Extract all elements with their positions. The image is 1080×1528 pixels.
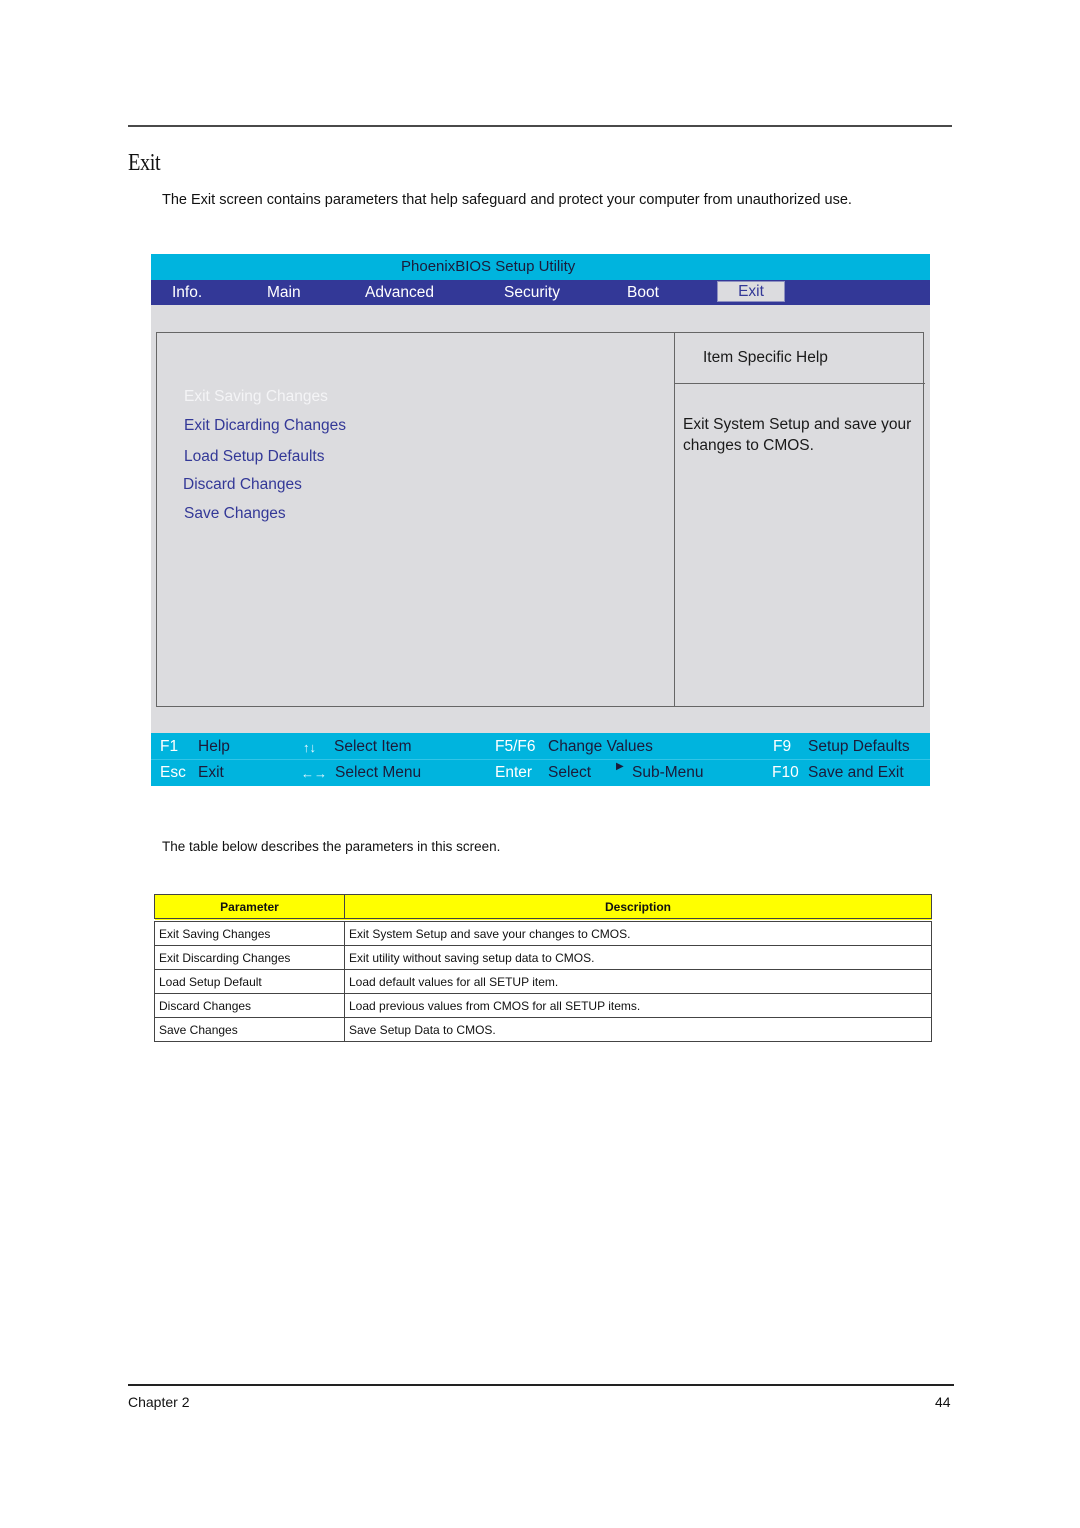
key-f9-desc: Setup Defaults bbox=[808, 738, 910, 755]
key-updown-desc: Select Item bbox=[334, 738, 412, 755]
param-cell: Exit Discarding Changes bbox=[154, 945, 345, 970]
option-load-setup-defaults[interactable]: Load Setup Defaults bbox=[184, 448, 324, 466]
bios-screenshot: PhoenixBIOS Setup Utility Info. Main Adv… bbox=[151, 254, 930, 786]
key-esc-desc: Exit bbox=[198, 764, 224, 781]
menu-boot[interactable]: Boot bbox=[627, 284, 659, 302]
bios-key-legend: F1 Help ↑↓ Select Item F5/F6 Change Valu… bbox=[151, 733, 930, 786]
table-header-row: Parameter Description bbox=[154, 894, 932, 921]
section-title: Exit bbox=[128, 150, 161, 176]
desc-cell: Exit System Setup and save your changes … bbox=[344, 919, 932, 946]
key-leftright-desc: Select Menu bbox=[335, 764, 422, 781]
bios-menu-bar: Info. Main Advanced Security Boot Exit bbox=[151, 280, 930, 305]
submenu-triangle-icon: ▶ bbox=[616, 761, 624, 772]
option-exit-discarding-changes[interactable]: Exit Dicarding Changes bbox=[184, 417, 346, 435]
header-rule bbox=[128, 125, 952, 127]
help-title: Item Specific Help bbox=[703, 349, 828, 366]
intro-paragraph: The Exit screen contains parameters that… bbox=[162, 192, 852, 208]
key-esc: Esc bbox=[160, 764, 186, 781]
key-f1: F1 bbox=[160, 738, 179, 755]
page-number: 44 bbox=[935, 1394, 951, 1410]
menu-advanced[interactable]: Advanced bbox=[365, 284, 434, 302]
table-row: Exit Discarding Changes Exit utility wit… bbox=[154, 945, 932, 970]
key-f10: F10 bbox=[772, 764, 799, 781]
param-cell: Save Changes bbox=[154, 1017, 345, 1042]
key-enter-desc: Select bbox=[548, 764, 592, 781]
key-enter: Enter bbox=[495, 764, 533, 781]
table-row: Discard Changes Load previous values fro… bbox=[154, 993, 932, 1018]
table-row: Exit Saving Changes Exit System Setup an… bbox=[154, 919, 932, 946]
option-discard-changes[interactable]: Discard Changes bbox=[183, 476, 302, 494]
key-f10-desc: Save and Exit bbox=[808, 764, 904, 781]
desc-cell: Save Setup Data to CMOS. bbox=[344, 1017, 932, 1042]
param-cell: Discard Changes bbox=[154, 993, 345, 1018]
key-f1-desc: Help bbox=[198, 738, 230, 755]
key-enter-extra: Sub-Menu bbox=[632, 764, 704, 781]
parameter-table: Parameter Description Exit Saving Change… bbox=[154, 894, 932, 1042]
left-right-arrows-icon: ←→ bbox=[301, 766, 327, 781]
param-cell: Exit Saving Changes bbox=[154, 919, 345, 946]
bios-title-bar: PhoenixBIOS Setup Utility bbox=[151, 254, 930, 280]
menu-main[interactable]: Main bbox=[267, 284, 301, 302]
key-f9: F9 bbox=[773, 738, 792, 755]
menu-exit[interactable]: Exit bbox=[717, 281, 785, 302]
option-exit-saving-changes[interactable]: Exit Saving Changes bbox=[184, 388, 328, 406]
key-f5f6-desc: Change Values bbox=[548, 738, 653, 755]
header-parameter: Parameter bbox=[154, 894, 345, 921]
header-description: Description bbox=[344, 894, 932, 921]
key-legend-separator bbox=[151, 759, 930, 760]
up-down-arrows-icon: ↑↓ bbox=[303, 740, 316, 755]
menu-security[interactable]: Security bbox=[504, 284, 560, 302]
help-header-divider bbox=[675, 383, 925, 384]
bios-title: PhoenixBIOS Setup Utility bbox=[401, 258, 576, 275]
table-row: Save Changes Save Setup Data to CMOS. bbox=[154, 1017, 932, 1042]
bios-content-box: Item Specific Help Exit System Setup and… bbox=[156, 332, 925, 707]
table-caption: The table below describes the parameters… bbox=[162, 839, 501, 854]
desc-cell: Load previous values from CMOS for all S… bbox=[344, 993, 932, 1018]
menu-info[interactable]: Info. bbox=[172, 284, 202, 302]
desc-cell: Exit utility without saving setup data t… bbox=[344, 945, 932, 970]
footer-rule bbox=[128, 1384, 954, 1386]
desc-cell: Load default values for all SETUP item. bbox=[344, 969, 932, 994]
chapter-label: Chapter 2 bbox=[128, 1394, 190, 1410]
help-text: Exit System Setup and save your changes … bbox=[683, 416, 912, 454]
table-row: Load Setup Default Load default values f… bbox=[154, 969, 932, 994]
param-cell: Load Setup Default bbox=[154, 969, 345, 994]
pane-divider bbox=[674, 333, 675, 706]
option-save-changes[interactable]: Save Changes bbox=[184, 505, 286, 523]
key-f5f6: F5/F6 bbox=[495, 738, 536, 755]
